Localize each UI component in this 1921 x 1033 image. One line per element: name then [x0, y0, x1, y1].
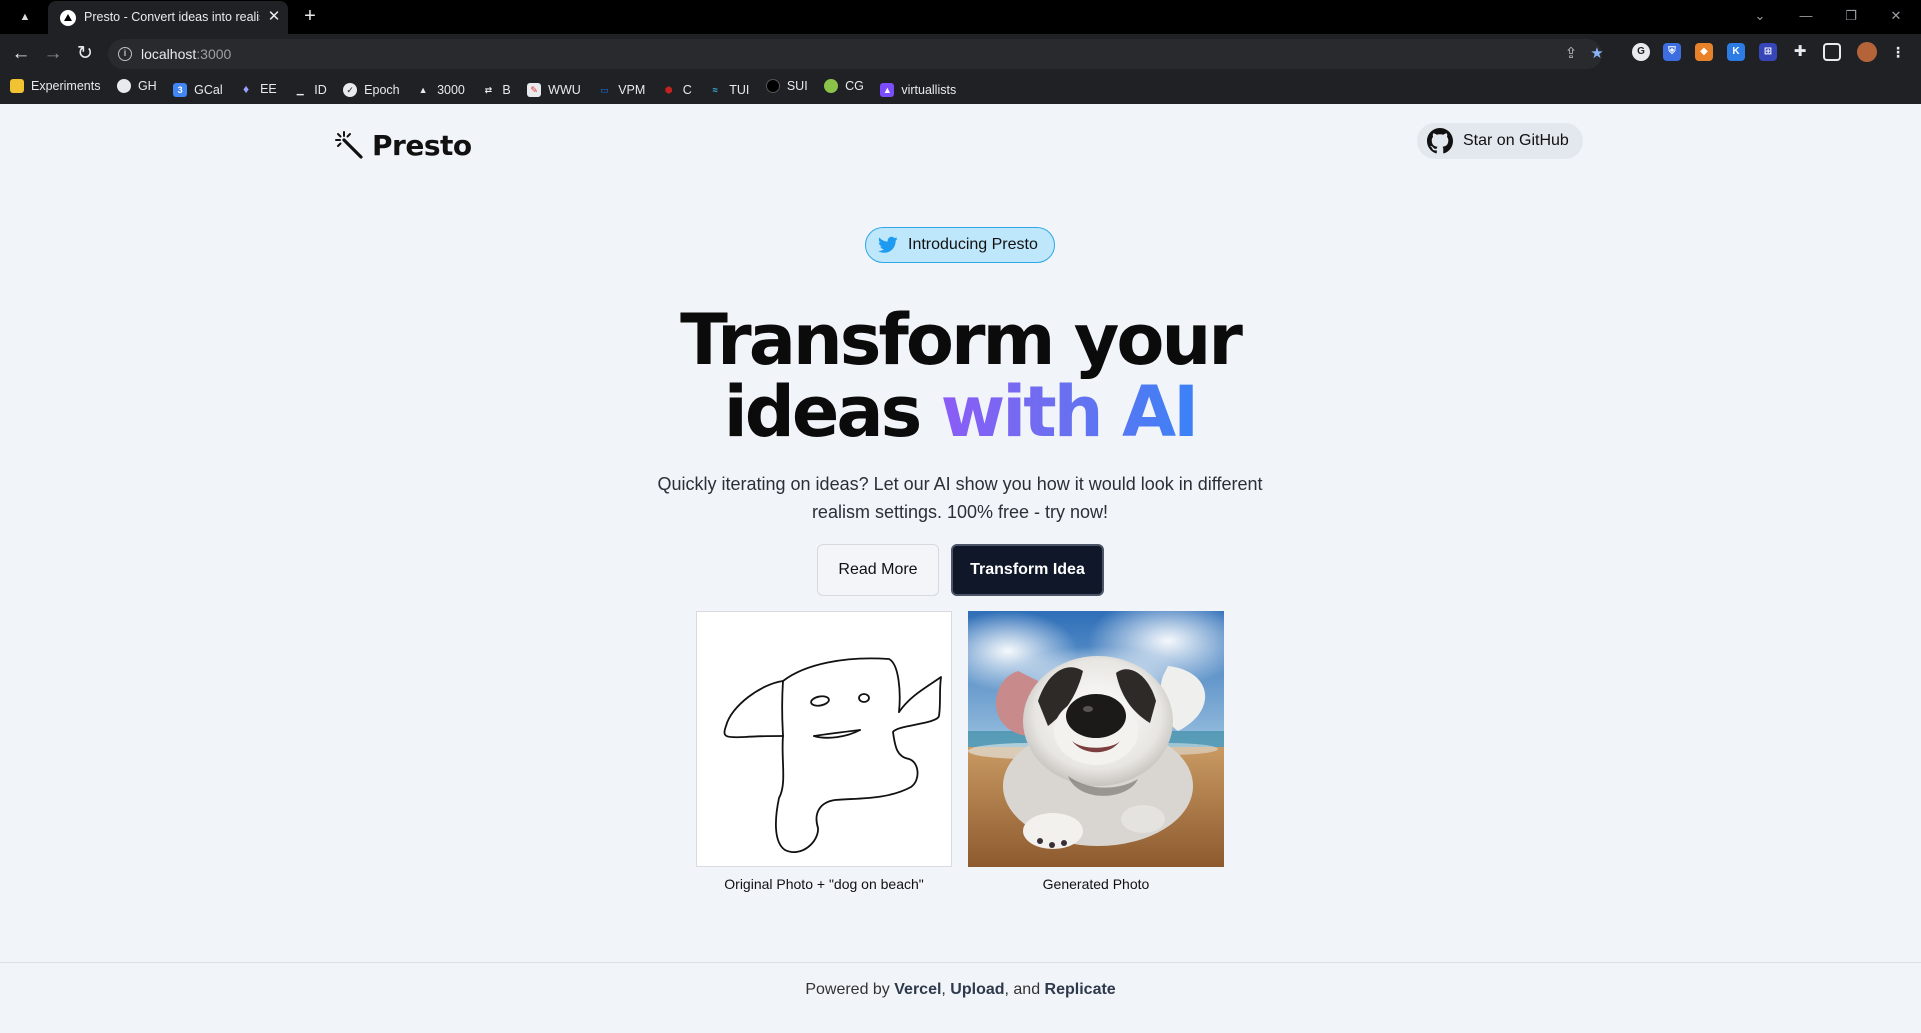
wwu-icon: ✎	[527, 83, 542, 97]
browser-tab-active[interactable]: Presto - Convert ideas into realis ✕	[48, 1, 288, 34]
extensions-puzzle-icon[interactable]: ✚	[1791, 43, 1809, 61]
original-photo-caption: Original Photo + "dog on beach"	[724, 876, 924, 892]
bookmark-id[interactable]: ▁ ID	[293, 76, 327, 104]
share-icon[interactable]: ⇪	[1560, 43, 1582, 65]
c-icon: ⬢	[664, 85, 673, 95]
site-info-icon[interactable]: i	[118, 47, 132, 61]
tab-list-chevron-icon[interactable]: ⌄	[1746, 4, 1774, 28]
bookmark-gcal[interactable]: 3 GCal	[173, 76, 223, 104]
bookmark-wwu[interactable]: ✎ WWU	[527, 76, 581, 104]
github-icon	[1427, 128, 1453, 154]
bookmark-gh[interactable]: GH	[116, 72, 157, 100]
calendar-icon: 3	[173, 83, 188, 97]
back-arrow-icon[interactable]: ←	[6, 39, 36, 69]
twitter-bird-icon	[878, 236, 898, 253]
sui-icon	[765, 79, 780, 93]
generated-photo-caption: Generated Photo	[1042, 876, 1150, 892]
generated-photo	[968, 611, 1224, 867]
headline-plain: ideas	[723, 371, 941, 453]
bookmark-ee[interactable]: ♦ EE	[239, 75, 277, 103]
powered-by-text: Powered by Vercel, Upload, and Replicate	[0, 981, 1921, 999]
metamask-icon[interactable]: ◆	[1695, 43, 1713, 61]
side-panel-icon[interactable]	[1823, 43, 1841, 61]
transform-idea-button[interactable]: Transform Idea	[951, 544, 1104, 596]
bookmarks-bar: Experiments GH 3 GCal ♦ EE ▁ ID ✓ Epoch ▲ 300…	[10, 72, 968, 100]
upload-link[interactable]: Upload	[950, 981, 1004, 998]
forward-arrow-icon[interactable]: →	[38, 39, 68, 69]
new-tab-icon[interactable]: +	[298, 5, 322, 29]
footer-separator: ,	[941, 981, 951, 998]
browser-tab-bar: ▲ Presto - Convert ideas into realis ✕ +…	[0, 0, 1921, 34]
footer: Powered by Vercel, Upload, and Replicate	[0, 962, 1921, 1033]
replicate-link[interactable]: Replicate	[1045, 981, 1116, 998]
extension-grid-icon[interactable]: ⊞	[1759, 43, 1777, 61]
close-icon[interactable]: ✕	[264, 7, 284, 27]
magic-wand-icon	[335, 131, 363, 159]
site-logo[interactable]: Presto	[334, 125, 472, 165]
bookmark-cg[interactable]: CG	[824, 72, 864, 100]
powered-by-prefix: Powered by	[805, 981, 895, 998]
read-more-button[interactable]: Read More	[817, 544, 939, 596]
extension-g-icon[interactable]: G	[1632, 43, 1650, 61]
reload-icon[interactable]: ↻	[70, 39, 100, 69]
tab-search-icon[interactable]: ▲	[14, 6, 36, 28]
headline-accent: with AI	[940, 371, 1200, 453]
menu-dots-icon[interactable]: ⋮	[1889, 43, 1907, 61]
logo-text: Presto	[372, 128, 472, 162]
headline-line-1: Transform your	[680, 299, 1243, 381]
address-bar[interactable]: i localhost:3000 ⇪ ★	[108, 39, 1604, 69]
swap-icon: ⇄	[484, 85, 493, 95]
folder-icon	[10, 79, 24, 93]
profile-avatar[interactable]	[1857, 42, 1877, 62]
url-text[interactable]: localhost:3000	[141, 46, 231, 62]
bookmark-virtuallists[interactable]: ▲ virtuallists	[880, 76, 956, 104]
vpm-icon: ▭	[599, 85, 609, 95]
minimize-icon[interactable]: —	[1792, 4, 1820, 28]
restore-icon[interactable]: ❐	[1837, 4, 1865, 28]
bookmark-b[interactable]: ⇄ B	[481, 76, 511, 104]
hero-subtext: Quickly iterating on ideas? Let our AI s…	[657, 474, 1263, 522]
page-content: Presto Star on GitHub Introducing Presto…	[0, 104, 1921, 1033]
bookmark-3000[interactable]: ▲ 3000	[416, 76, 465, 104]
browser-toolbar: ← → ↻ i localhost:3000 ⇪ ★ G ⛨ ◆ K ⊞ ✚ ⋮…	[0, 34, 1921, 104]
window-close-icon[interactable]: ✕	[1882, 4, 1910, 28]
footer-separator: , and	[1004, 981, 1045, 998]
virtuallists-icon: ▲	[880, 83, 895, 97]
epoch-icon: ✓	[343, 83, 358, 97]
tab-title: Presto - Convert ideas into realis	[84, 10, 260, 24]
star-button-label: Star on GitHub	[1463, 132, 1569, 149]
sketch-drawing	[723, 657, 942, 853]
original-photo	[696, 611, 952, 867]
ethereum-icon: ♦	[243, 82, 250, 96]
bookmark-star-icon[interactable]: ★	[1586, 43, 1608, 65]
dash-icon: ▁	[296, 85, 304, 95]
extension-shield-icon[interactable]: ⛨	[1663, 43, 1681, 61]
github-icon	[116, 79, 131, 93]
star-on-github-button[interactable]: Star on GitHub	[1417, 123, 1583, 159]
bookmark-vpm[interactable]: ▭ VPM	[597, 76, 645, 104]
tailwind-icon: ≈	[712, 85, 718, 95]
bookmark-tui[interactable]: ≈ TUI	[708, 76, 750, 104]
intro-label: Introducing Presto	[908, 236, 1038, 253]
vercel-favicon-icon	[60, 10, 76, 26]
bookmark-epoch[interactable]: ✓ Epoch	[343, 76, 400, 104]
vercel-link[interactable]: Vercel	[894, 981, 941, 998]
introducing-presto-link[interactable]: Introducing Presto	[865, 227, 1055, 263]
bookmark-experiments[interactable]: Experiments	[10, 72, 100, 100]
hero-headline: Transform your ideas with AI	[560, 304, 1360, 448]
cg-icon	[824, 79, 839, 93]
vercel-triangle-icon: ▲	[418, 85, 428, 95]
bookmark-c[interactable]: ⬢ C	[662, 76, 692, 104]
bookmark-sui[interactable]: SUI	[765, 72, 808, 100]
extension-k-icon[interactable]: K	[1727, 43, 1745, 61]
dog-on-beach-image	[968, 611, 1224, 867]
